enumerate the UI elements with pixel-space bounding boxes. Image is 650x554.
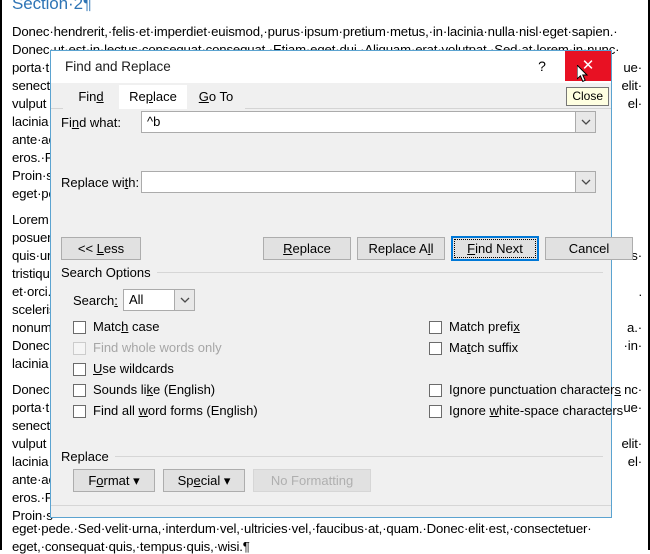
checkbox-label: Sounds like (English) [93,382,216,397]
help-button[interactable]: ? [519,51,565,81]
checkbox-box [73,342,86,355]
find-what-input[interactable]: ^b [141,111,596,133]
chevron-down-icon[interactable] [575,172,595,192]
checkbox-label: Find whole words only [93,340,222,355]
format-button[interactable]: Format ▾ [73,469,155,492]
replace-group-divider [61,456,603,457]
tab-strip: Find Replace Go To [51,83,611,109]
document-line: lacinia· [12,454,53,469]
document-line: elit· [621,436,643,451]
dialog-bottom-divider [51,505,611,506]
document-line: . [638,284,642,299]
document-line: Proin·s [12,168,53,183]
document-line: elit· [621,78,643,93]
document-line: el· [627,96,642,111]
chevron-down-icon[interactable] [174,290,194,310]
document-line: ·in· [623,338,643,353]
close-button[interactable]: ✕ [565,51,611,81]
replace-button[interactable]: Replace [263,237,351,260]
checkbox-box[interactable] [73,405,86,418]
document-line: sceleris [12,302,56,317]
tab-replace-label: Replace [129,89,177,104]
document-line: eget·pede.·Sed·velit·urna,·interdum·vel,… [12,521,592,536]
document-line: eros.·P [12,490,54,505]
document-line: nonum [12,320,52,335]
document-line: eget,·consequat·quis,·tempus·quis,·wisi.… [12,539,250,554]
document-line: Lorem· [12,212,53,227]
checkbox-label: Match suffix [449,340,519,355]
find-what-label: Find what: [61,115,121,130]
document-line: eros.·P [12,150,54,165]
find-next-button[interactable]: Find Next [451,236,539,261]
replace-all-button[interactable]: Replace All [357,237,445,260]
find-and-replace-dialog: Find and Replace ? ✕ Close Find Replace … [50,50,633,518]
tab-replace[interactable]: Replace [119,85,187,109]
checkbox-box[interactable] [73,321,86,334]
document-line: a.· [627,320,642,335]
document-line: el· [627,454,642,469]
document-line: nc· [624,382,642,397]
checkbox-label: Find all word forms (English) [93,403,258,418]
tab-find[interactable]: Find [63,85,119,109]
document-line: ue· [623,60,642,75]
tab-goto[interactable]: Go To [187,85,245,109]
checkbox-label: Ignore punctuation characters [449,382,621,397]
search-scope-value: All [129,292,144,307]
checkbox-box[interactable] [429,321,442,334]
document-line: senect [12,418,50,433]
document-line: ante·ac [12,472,55,487]
less-button[interactable]: << Less [61,237,141,260]
document-line: porta·t [12,60,50,75]
search-label: Search: [73,293,118,308]
document-line: ante·ac [12,132,55,147]
document-line: tristiqu [12,266,50,281]
checkbox-label: Match prefix [449,319,520,334]
no-formatting-button: No Formatting [253,469,371,492]
special-button[interactable]: Special ▾ [163,469,245,492]
document-line: vulput [12,96,47,111]
document-line: porta·t [12,400,50,415]
checkbox-box[interactable] [73,363,86,376]
document-line: vulput [12,436,47,451]
document-line: ue· [623,400,642,415]
checkbox-label: Match case [93,319,160,334]
document-line: senect [12,78,50,93]
chevron-down-icon[interactable] [575,112,595,132]
document-line: Donec· [12,382,54,397]
document-heading: Section·2¶ [12,0,92,13]
checkbox-box[interactable] [429,342,442,355]
document-line: Donec· [12,338,54,353]
dialog-titlebar: Find and Replace ? ✕ Close [51,51,611,106]
dialog-title: Find and Replace [65,59,171,74]
dialog-body: Find what: ^b Replace with: << Less Repl… [51,109,633,517]
replace-group-label: Replace [61,449,115,464]
document-line: lacinia· [12,114,53,129]
tab-goto-label: Go To [198,89,234,104]
document-line: quis·ur [12,248,52,263]
checkbox-label: Ignore white-space characters [449,403,624,418]
document-line: et·orci. [12,284,52,299]
checkbox-box[interactable] [73,384,86,397]
replace-with-input[interactable] [141,171,596,193]
search-scope-select[interactable]: All [123,289,195,311]
tab-find-label: Find [78,89,104,104]
find-what-value: ^b [147,114,161,129]
cancel-button[interactable]: Cancel [545,237,633,260]
checkbox-box[interactable] [429,384,442,397]
document-line: lacinia· [12,356,53,371]
search-options-group-label: Search Options [61,265,157,280]
checkbox-box[interactable] [429,405,442,418]
document-line: posuer [12,230,52,245]
replace-with-label: Replace with: [61,175,140,190]
document-line: Donec·hendrerit,·felis·et·imperdiet·euis… [12,24,618,39]
close-tooltip: Close [566,87,609,106]
checkbox-label: Use wildcards [93,361,174,376]
